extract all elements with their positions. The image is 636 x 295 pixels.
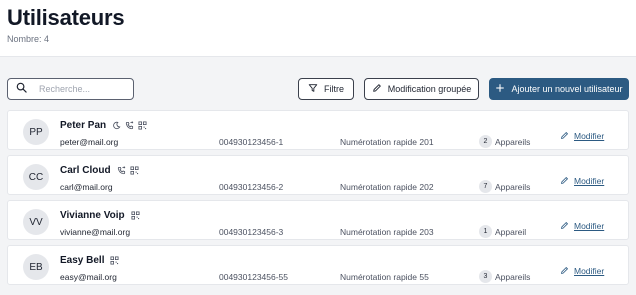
user-email: easy@mail.org (60, 272, 117, 282)
user-number: 004930123456-3 (219, 227, 284, 237)
user-email: carl@mail.org (60, 182, 113, 192)
device-count-badge: 2 (479, 135, 492, 148)
device-info: 2 Appareils (479, 135, 530, 148)
edit-link[interactable]: Modifier (560, 217, 604, 235)
device-label: Appareils (495, 181, 531, 192)
search-input[interactable] (39, 84, 127, 94)
user-number: 004930123456-1 (219, 137, 284, 147)
device-label: Appareils (495, 136, 531, 147)
speed-dial: Numérotation rapide 55 (340, 272, 429, 282)
edit-link[interactable]: Modifier (560, 127, 604, 145)
device-info: 7 Appareils (479, 180, 530, 193)
filter-button[interactable]: Filtre (298, 78, 354, 100)
filter-icon (308, 83, 318, 95)
user-count: Nombre: 4 (7, 34, 50, 44)
qr-icon (138, 121, 147, 130)
pencil-icon (560, 217, 569, 235)
user-number: 004930123456-2 (219, 182, 284, 192)
edit-label[interactable]: Modifier (574, 221, 604, 231)
add-user-button[interactable]: Ajouter un nouvel utilisateur (489, 78, 629, 100)
pencil-icon (372, 83, 382, 95)
speed-dial: Numérotation rapide 201 (340, 137, 434, 147)
pencil-icon (560, 127, 569, 145)
search-input-wrapper[interactable] (7, 78, 134, 100)
phone-forward-icon (117, 166, 126, 175)
filter-label: Filtre (324, 84, 344, 94)
bulk-edit-label: Modification groupée (387, 84, 472, 94)
user-email: vivianne@mail.org (60, 227, 131, 237)
user-number: 004930123456-55 (219, 272, 289, 282)
edit-link[interactable]: Modifier (560, 262, 604, 280)
qr-icon (110, 256, 119, 265)
phone-forward-icon (125, 121, 134, 130)
avatar: CC (23, 164, 49, 190)
avatar: PP (23, 119, 49, 145)
device-label: Appareil (495, 226, 527, 237)
user-row[interactable]: PP Peter Pan peter@mail.org 004930123456… (7, 110, 629, 150)
user-name: Easy Bell (60, 255, 105, 266)
moon-icon (112, 121, 121, 130)
user-name-line: Carl Cloud (60, 165, 139, 176)
user-email: peter@mail.org (60, 137, 119, 147)
search-icon (16, 80, 27, 98)
avatar: VV (23, 209, 49, 235)
user-name-line: Vivianne Voip (60, 210, 140, 221)
qr-icon (131, 211, 140, 220)
user-row[interactable]: EB Easy Bell easy@mail.org 004930123456-… (7, 245, 629, 285)
device-label: Appareils (495, 271, 531, 282)
edit-label[interactable]: Modifier (574, 131, 604, 141)
page-header: Utilisateurs Nombre: 4 (0, 0, 636, 57)
user-name-line: Easy Bell (60, 255, 119, 266)
device-info: 3 Appareils (479, 270, 530, 283)
edit-label[interactable]: Modifier (574, 266, 604, 276)
edit-link[interactable]: Modifier (560, 172, 604, 190)
user-row[interactable]: VV Vivianne Voip vivianne@mail.org 00493… (7, 200, 629, 240)
pencil-icon (560, 172, 569, 190)
bulk-edit-button[interactable]: Modification groupée (364, 78, 479, 100)
speed-dial: Numérotation rapide 202 (340, 182, 434, 192)
device-count-badge: 7 (479, 180, 492, 193)
speed-dial: Numérotation rapide 203 (340, 227, 434, 237)
device-count-badge: 3 (479, 270, 492, 283)
user-row[interactable]: CC Carl Cloud carl@mail.org 004930123456… (7, 155, 629, 195)
pencil-icon (560, 262, 569, 280)
device-info: 1 Appareil (479, 225, 526, 238)
edit-label[interactable]: Modifier (574, 176, 604, 186)
page-title: Utilisateurs (7, 5, 125, 30)
avatar: EB (23, 254, 49, 280)
qr-icon (130, 166, 139, 175)
plus-icon (495, 83, 505, 95)
user-name-line: Peter Pan (60, 120, 147, 131)
device-count-badge: 1 (479, 225, 492, 238)
user-name: Peter Pan (60, 120, 107, 131)
user-name: Carl Cloud (60, 165, 111, 176)
user-name: Vivianne Voip (60, 210, 125, 221)
add-user-label: Ajouter un nouvel utilisateur (511, 84, 623, 94)
